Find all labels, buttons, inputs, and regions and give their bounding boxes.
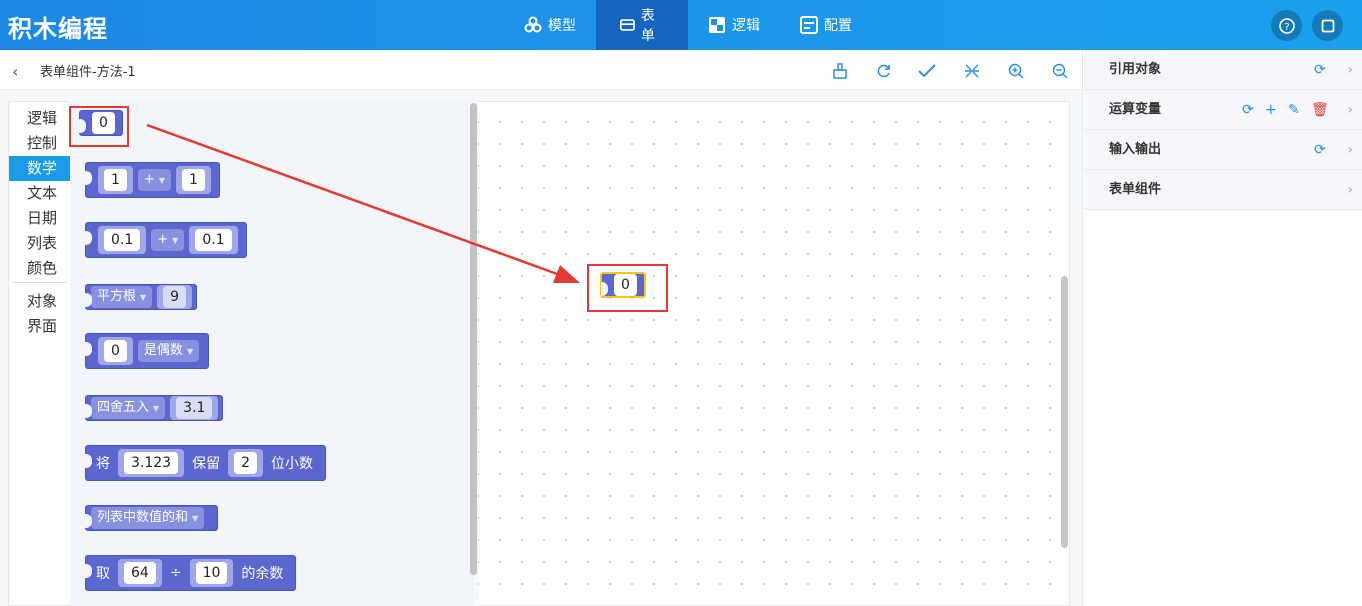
panel-row-variables[interactable]: 运算变量 ⟳ + ✎ 🗑 ›: [1084, 90, 1362, 130]
refresh-icon[interactable]: ⟳: [1314, 142, 1329, 158]
delete-icon[interactable]: 🗑: [1311, 102, 1329, 118]
panel-row-reference-objects[interactable]: 引用对象 ⟳ ›: [1084, 50, 1362, 90]
chevron-right-icon: ›: [1347, 142, 1353, 158]
edit-icon[interactable]: ✎: [1288, 102, 1303, 118]
panel-row-form-components[interactable]: 表单组件 ›: [1084, 170, 1362, 210]
row-label: 引用对象: [1109, 62, 1162, 77]
add-icon[interactable]: +: [1265, 102, 1280, 118]
right-panel: 引用对象 ⟳ › 运算变量 ⟳ + ✎ 🗑 › 输入输出 ⟳ › 表单组件 ›: [1082, 50, 1362, 606]
refresh-icon[interactable]: ⟳: [1242, 102, 1257, 118]
chevron-right-icon: ›: [1347, 102, 1353, 118]
chevron-right-icon: ›: [1347, 182, 1353, 198]
refresh-icon[interactable]: ⟳: [1314, 62, 1329, 78]
row-label: 输入输出: [1109, 142, 1162, 157]
panel-row-io[interactable]: 输入输出 ⟳ ›: [1084, 130, 1362, 170]
row-label: 运算变量: [1109, 102, 1162, 117]
chevron-right-icon: ›: [1347, 62, 1353, 78]
row-label: 表单组件: [1109, 182, 1162, 197]
